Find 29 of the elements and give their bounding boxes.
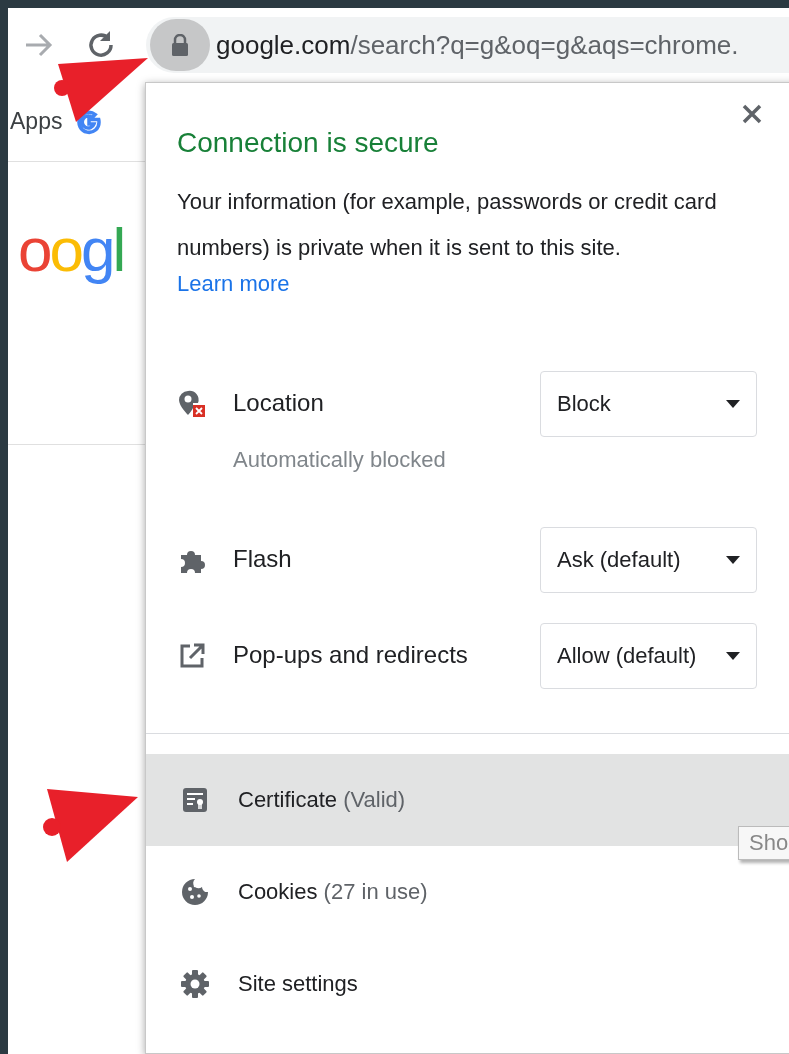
description-text: Your information (for example, passwords or credit card numbers) is private when it is sent to this site.	[177, 188, 718, 262]
menu-item-label: Cookies (27 in use)	[238, 879, 428, 905]
cookie-icon	[180, 877, 210, 907]
menu-item[interactable]: Site settings	[146, 938, 789, 1030]
permission-dropdown[interactable]: Block	[540, 371, 757, 437]
close-icon	[741, 103, 763, 125]
permission-label: Pop-ups and redirects	[233, 641, 469, 669]
certificate-icon	[180, 785, 210, 815]
url-text: google.com/search?q=g&oq=g&aqs=chrome.	[216, 29, 739, 61]
permission-label: Location	[233, 389, 325, 417]
permission-note: Automatically blocked	[233, 447, 447, 473]
permission-dropdown[interactable]: Allow (default)	[540, 623, 757, 689]
permission-label: Flash	[233, 545, 293, 573]
settings-icon	[180, 969, 210, 999]
bookmark-label[interactable]: Apps	[10, 108, 63, 135]
popup-title: Connection is secure	[177, 127, 440, 159]
menu-item-label: Certificate (Valid)	[238, 787, 406, 813]
tooltip: Sho	[738, 826, 789, 860]
lock-icon	[171, 34, 189, 56]
permission-dropdown[interactable]: Ask (default)	[540, 527, 757, 593]
lock-button[interactable]	[150, 19, 210, 71]
caret-icon	[726, 652, 740, 660]
address-bar[interactable]: google.com/search?q=g&oq=g&aqs=chrome.	[146, 17, 789, 73]
caret-icon	[726, 400, 740, 408]
blocked-location-icon	[177, 389, 207, 419]
google-g-icon[interactable]	[76, 108, 103, 135]
caret-icon	[726, 556, 740, 564]
learn-more-link[interactable]: Learn more	[177, 271, 290, 297]
menu-item-label: Site settings	[238, 971, 358, 997]
